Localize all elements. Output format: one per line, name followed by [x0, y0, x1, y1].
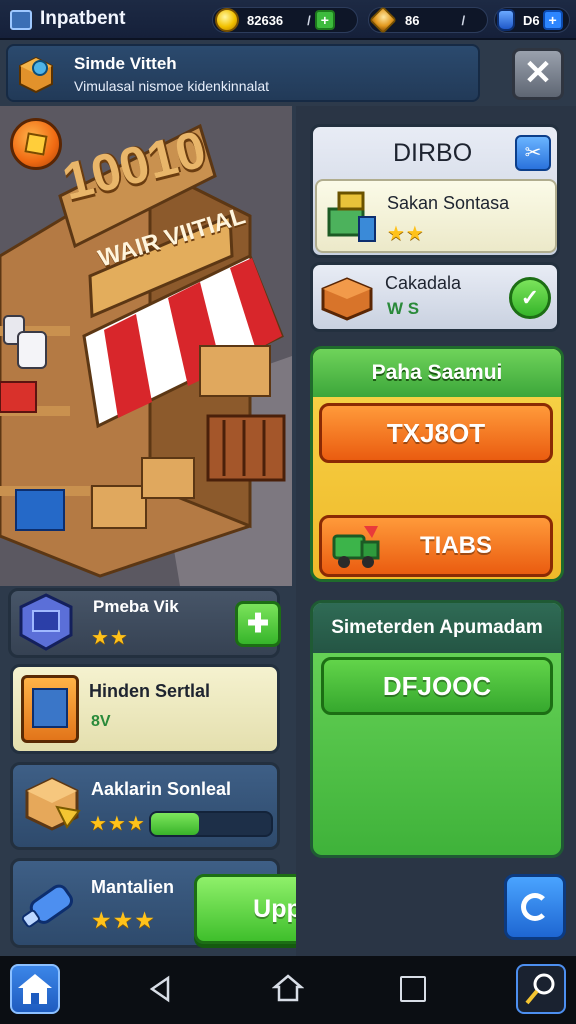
parcel-icon [21, 773, 83, 835]
item-stars: ★★★ [91, 907, 156, 933]
item-stars: ★★ [387, 223, 425, 245]
app-title: Inpatbent [40, 8, 126, 29]
add-potions-button[interactable]: + [542, 10, 563, 30]
bottle-icon [17, 871, 83, 937]
add-coins-button[interactable]: + [314, 10, 335, 30]
txj8ot-button[interactable]: TXJ8OT [319, 403, 553, 463]
confirm-button[interactable]: ✓ [509, 277, 551, 319]
item-cakadala[interactable]: Cakadala W S ✓ [310, 262, 560, 332]
notification-banner[interactable]: Simde Vitteh Vimulasal nismoe kidenkinna… [6, 44, 480, 102]
gem-counter: 86 / [368, 6, 488, 34]
computer-icon [15, 591, 77, 653]
coin-amount: 82636 [247, 12, 284, 28]
item-name: Pmeba Vik [93, 597, 179, 616]
item-progress-bar [149, 811, 273, 837]
paha-title: Paha Saamui [313, 349, 561, 397]
coin-icon [215, 8, 239, 32]
progress-fill [151, 813, 199, 835]
potion-icon [497, 9, 515, 31]
bottom-navigation [0, 956, 576, 1024]
home-nav-button[interactable] [271, 972, 305, 1004]
dirbo-header: DIRBO [393, 139, 473, 167]
refresh-button[interactable] [504, 874, 566, 940]
potion-amount: D6 [523, 12, 540, 28]
simeterden-title: Simeterden Apumadam [313, 603, 561, 653]
right-panel: DIRBO ✂ Sakan Sontasa ★★ Cakadala W S ✓ … [296, 106, 576, 956]
shop-scene[interactable]: 10010 WAIR VIITIAL [0, 106, 292, 586]
vending-machine-icon [21, 675, 79, 743]
close-button[interactable]: ✕ [512, 48, 564, 100]
plus-icon: ✚ [247, 608, 269, 638]
home-button[interactable] [10, 964, 60, 1014]
tools-button[interactable]: ✂ [515, 135, 551, 171]
home-outline-icon [271, 974, 305, 1002]
tiabs-label: TIABS [420, 532, 492, 559]
item-name: Mantalien [91, 877, 175, 897]
back-nav-button[interactable] [146, 974, 176, 1004]
truck-icon [328, 522, 382, 570]
gem-separator: / [461, 12, 466, 28]
gem-amount: 86 [405, 12, 420, 28]
item-meta: W S [387, 299, 420, 318]
package-icon [16, 54, 56, 94]
item-card-hinden[interactable]: Hinden Sertlal 8V [10, 664, 280, 754]
buy-item-button[interactable]: ✚ [235, 601, 281, 647]
tiabs-button[interactable]: TIABS [319, 515, 553, 577]
robot-icon [323, 187, 379, 247]
item-sakan[interactable]: Sakan Sontasa ★★ [315, 179, 557, 253]
search-button[interactable] [516, 964, 566, 1014]
shop-badge-button[interactable] [10, 118, 62, 170]
gem-icon [369, 6, 397, 34]
refresh-icon [521, 893, 549, 921]
item-name: Sakan Sontasa [387, 193, 510, 213]
search-icon [525, 973, 555, 1005]
app-icon [10, 10, 32, 30]
close-icon: ✕ [523, 54, 553, 92]
notification-message: Vimulasal nismoe kidenkinnalat [74, 78, 270, 94]
coin-separator: / [307, 12, 311, 28]
item-card-pmeba[interactable]: Pmeba Vik ★★ ✚ [8, 588, 281, 658]
dirbo-card: DIRBO ✂ Sakan Sontasa ★★ [310, 124, 560, 258]
top-bar: Inpatbent 82636 / + 86 / D6 + [0, 0, 576, 40]
home-icon [18, 974, 52, 1004]
item-meta: 8V [91, 713, 111, 730]
item-stars: ★★★ [89, 813, 146, 835]
item-stars: ★★ [91, 627, 129, 649]
item-name: Cakadala [385, 273, 462, 293]
item-card-aaklarin[interactable]: Aaklarin Sonleal ★★★ [10, 762, 280, 850]
box-icon [24, 132, 48, 156]
notification-title: Simde Vitteh [74, 54, 177, 73]
potion-counter: D6 + [494, 7, 570, 33]
back-triangle-icon [149, 975, 170, 1003]
item-name: Hinden Sertlal [89, 681, 211, 701]
paha-section: Paha Saamui TXJ8OT TIABS [310, 346, 564, 582]
tools-icon: ✂ [524, 142, 542, 164]
simeterden-section: Simeterden Apumadam DFJOOC [310, 600, 564, 858]
dfjooc-button[interactable]: DFJOOC [321, 657, 553, 715]
recents-nav-button[interactable] [400, 976, 426, 1002]
coin-counter: 82636 / + [212, 7, 358, 33]
item-name: Aaklarin Sonleal [91, 779, 232, 799]
crate-icon [319, 271, 375, 323]
check-icon: ✓ [520, 285, 540, 310]
